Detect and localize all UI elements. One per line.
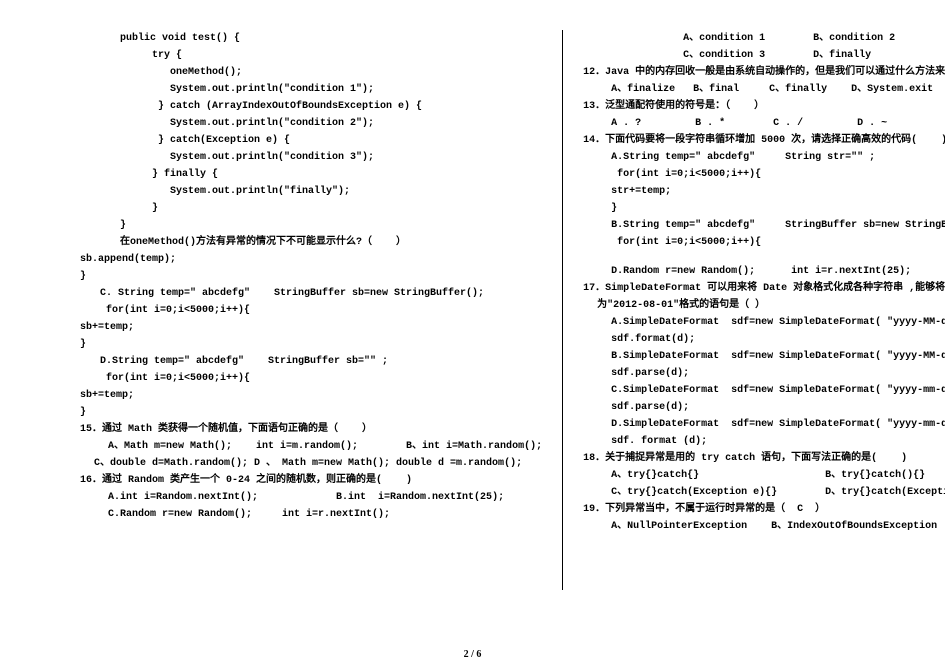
code-line: oneMethod();: [80, 64, 542, 81]
q19-options-ab: A、NullPointerException B、IndexOutOfBound…: [583, 518, 945, 535]
q18-options-ab: A、try{}catch{} B、try{}catch(){}: [583, 467, 945, 484]
code-line: }: [80, 200, 542, 217]
q15-options-ab: A、Math m=new Math(); int i=m.random(); B…: [80, 438, 542, 455]
question-13: 13．泛型通配符使用的符号是：（ ）: [583, 98, 945, 115]
q17-option-d: D.SimpleDateFormat sdf=new SimpleDateFor…: [583, 416, 945, 433]
question-16: 16．通过 Random 类产生一个 0-24 之间的随机数，则正确的是( ): [80, 472, 542, 489]
code-line: try {: [80, 47, 542, 64]
code-line: sdf.parse(d);: [583, 399, 945, 416]
q17-option-b: B.SimpleDateFormat sdf=new SimpleDateFor…: [583, 348, 945, 365]
q12-options: A、finalize B、final C、finally D、System.ex…: [583, 81, 945, 98]
q16-option-d: D.Random r=new Random(); int i=r.nextInt…: [583, 263, 945, 280]
code-line: }: [80, 268, 542, 285]
code-line: str+=temp;: [583, 183, 945, 200]
code-line: System.out.println("condition 2");: [80, 115, 542, 132]
question-14: 14．下面代码要将一段字符串循环增加 5000 次，请选择正确高效的代码( ): [583, 132, 945, 149]
question-15: 15．通过 Math 类获得一个随机值，下面语句正确的是（ ）: [80, 421, 542, 438]
code-line: sb+=temp;: [80, 387, 542, 404]
code-line: public void test() {: [80, 30, 542, 47]
code-line: for(int i=0;i<5000;i++){: [80, 370, 542, 387]
code-line: sdf.format(d);: [583, 331, 945, 348]
question-19: 19．下列异常当中，不属于运行时异常的是（ C ）: [583, 501, 945, 518]
code-line: for(int i=0;i<5000;i++){: [80, 302, 542, 319]
code-line: System.out.println("condition 1");: [80, 81, 542, 98]
code-line: }: [80, 404, 542, 421]
option-c: C. String temp=" abcdefg" StringBuffer s…: [80, 285, 542, 302]
right-column: A、condition 1 B、condition 2 C、condition …: [563, 30, 945, 590]
code-line: }: [80, 336, 542, 353]
spacer: [583, 251, 945, 263]
question-18: 18．关于捕捉异常是用的 try catch 语句，下面写法正确的是( ): [583, 450, 945, 467]
document-page: public void test() { try { oneMethod(); …: [0, 0, 945, 600]
page-footer: 2 / 6: [0, 649, 945, 660]
code-line: sdf.parse(d);: [583, 365, 945, 382]
question-17: 17．SimpleDateFormat 可以用来将 Date 对象格式化成各种字…: [583, 280, 945, 314]
question-text: 在oneMethod()方法有异常的情况下不可能显示什么?（ ）: [80, 234, 542, 251]
code-line: sb+=temp;: [80, 319, 542, 336]
code-line: }: [80, 217, 542, 234]
code-line: } finally {: [80, 166, 542, 183]
q14-option-a: A.String temp=" abcdefg" String str="" ;: [583, 149, 945, 166]
left-column: public void test() { try { oneMethod(); …: [80, 30, 563, 590]
code-line: System.out.println("condition 3");: [80, 149, 542, 166]
q16-options-ab: A.int i=Random.nextInt(); B.int i=Random…: [80, 489, 542, 506]
code-line: } catch (ArrayIndexOutOfBoundsException …: [80, 98, 542, 115]
code-line: sb.append(temp);: [80, 251, 542, 268]
q18-options-cd: C、try{}catch(Exception e){} D、try{}catch…: [583, 484, 945, 501]
q17-option-a: A.SimpleDateFormat sdf=new SimpleDateFor…: [583, 314, 945, 331]
options-ab: A、condition 1 B、condition 2: [583, 30, 945, 47]
code-line: for(int i=0;i<5000;i++){: [583, 234, 945, 251]
code-line: for(int i=0;i<5000;i++){: [583, 166, 945, 183]
code-line: System.out.println("finally");: [80, 183, 542, 200]
q14-option-b: B.String temp=" abcdefg" StringBuffer sb…: [583, 217, 945, 234]
q15-options-cd: C、double d=Math.random(); D 、 Math m=new…: [80, 455, 542, 472]
q17-option-c: C.SimpleDateFormat sdf=new SimpleDateFor…: [583, 382, 945, 399]
question-12: 12．Java 中的内存回收一般是由系统自动操作的，但是我们可以通过什么方法来手…: [583, 64, 945, 81]
option-d: D.String temp=" abcdefg" StringBuffer sb…: [80, 353, 542, 370]
code-line: sdf. format (d);: [583, 433, 945, 450]
options-cd: C、condition 3 D、finally: [583, 47, 945, 64]
code-line: } catch(Exception e) {: [80, 132, 542, 149]
q16-option-c: C.Random r=new Random(); int i=r.nextInt…: [80, 506, 542, 523]
code-line: }: [583, 200, 945, 217]
q13-options: A . ? B . * C . / D . ~: [583, 115, 945, 132]
